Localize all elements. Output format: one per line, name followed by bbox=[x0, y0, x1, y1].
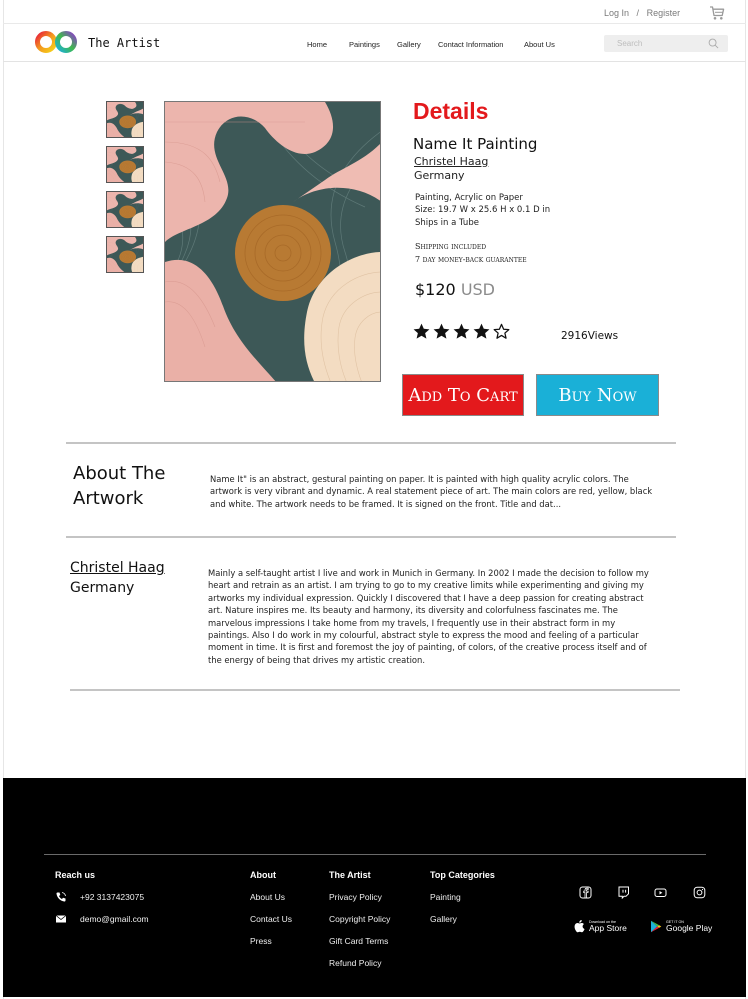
instagram-icon[interactable] bbox=[693, 886, 706, 899]
youtube-icon[interactable] bbox=[654, 886, 667, 899]
thumbnail-1[interactable] bbox=[106, 101, 144, 138]
shipping-format: Ships in a Tube bbox=[415, 218, 479, 228]
star-filled-icon[interactable] bbox=[452, 322, 471, 341]
footer-about-heading: About bbox=[250, 870, 276, 880]
artist-country: Germany bbox=[414, 169, 465, 182]
nav-item-about[interactable]: About Us bbox=[524, 40, 555, 49]
star-filled-icon[interactable] bbox=[472, 322, 491, 341]
top-utility-bar: Log In / Register bbox=[3, 0, 746, 24]
guarantee-note: 7 day money-back guarantee bbox=[415, 255, 527, 264]
auth-separator: / bbox=[636, 8, 640, 18]
about-artwork-heading: About The Artwork bbox=[73, 463, 166, 509]
twitch-icon[interactable] bbox=[617, 886, 630, 899]
footer-the-artist-heading: The Artist bbox=[329, 870, 371, 880]
footer-link-contact-us[interactable]: Contact Us bbox=[250, 914, 292, 924]
phone-icon bbox=[56, 892, 66, 902]
main-navigation: The Artist Home Paintings Gallery Contac… bbox=[3, 24, 746, 62]
footer-top-categories-heading: Top Categories bbox=[430, 870, 495, 880]
thumbnail-4[interactable] bbox=[106, 236, 144, 273]
star-outline-icon[interactable] bbox=[492, 322, 511, 341]
details-heading: Details bbox=[413, 98, 489, 124]
google-play-big-text: Google Play bbox=[666, 922, 713, 933]
star-filled-icon[interactable] bbox=[432, 322, 451, 341]
artwork-thumbnail-image bbox=[107, 147, 144, 183]
artist-bio: Mainly a self-taught artist I live and w… bbox=[208, 568, 649, 665]
apple-icon bbox=[574, 920, 585, 933]
divider bbox=[66, 442, 676, 444]
add-to-cart-button[interactable]: Add To Cart bbox=[402, 374, 524, 416]
cart-icon[interactable] bbox=[709, 5, 725, 21]
login-link[interactable]: Log In bbox=[604, 8, 629, 18]
facebook-icon[interactable] bbox=[579, 886, 592, 899]
search-input[interactable] bbox=[604, 35, 704, 52]
artist-name-link[interactable]: Christel Haag bbox=[70, 560, 165, 576]
footer-link-about-us[interactable]: About Us bbox=[250, 892, 285, 902]
nav-item-home[interactable]: Home bbox=[307, 40, 327, 49]
artist-link[interactable]: Christel Haag bbox=[414, 155, 488, 168]
footer-link-privacy[interactable]: Privacy Policy bbox=[329, 892, 382, 902]
price-amount: $120 bbox=[415, 280, 456, 299]
view-count: 2916Views bbox=[561, 330, 619, 342]
footer-link-copyright[interactable]: Copyright Policy bbox=[329, 914, 390, 924]
app-store-badge[interactable]: Download on the App Store bbox=[573, 918, 627, 934]
footer-link-refund[interactable]: Refund Policy bbox=[329, 958, 381, 968]
artwork-size: Size: 19.7 W x 25.6 H x 0.1 D in bbox=[415, 205, 551, 215]
footer-phone[interactable]: +92 3137423075 bbox=[80, 892, 144, 902]
artwork-image bbox=[165, 102, 381, 382]
star-filled-icon[interactable] bbox=[412, 322, 431, 341]
artwork-thumbnail-image bbox=[107, 237, 144, 273]
buy-now-button[interactable]: Buy Now bbox=[536, 374, 659, 416]
nav-item-gallery[interactable]: Gallery bbox=[397, 40, 421, 49]
artwork-thumbnail-image bbox=[107, 192, 144, 228]
footer-link-gift-card[interactable]: Gift Card Terms bbox=[329, 936, 388, 946]
email-icon bbox=[55, 915, 67, 923]
google-play-badge[interactable]: GET IT ON Google Play bbox=[650, 918, 712, 934]
thumbnail-2[interactable] bbox=[106, 146, 144, 183]
app-store-big-text: App Store bbox=[589, 922, 627, 933]
nav-item-paintings[interactable]: Paintings bbox=[349, 40, 380, 49]
google-play-icon bbox=[651, 920, 662, 932]
divider bbox=[70, 689, 680, 691]
footer-email[interactable]: demo@gmail.com bbox=[80, 914, 149, 924]
footer-link-press[interactable]: Press bbox=[250, 936, 272, 946]
register-link[interactable]: Register bbox=[647, 8, 681, 18]
price-currency: USD bbox=[460, 280, 495, 299]
artwork-medium: Painting, Acrylic on Paper bbox=[415, 193, 523, 203]
footer-reach-us-heading: Reach us bbox=[55, 870, 96, 880]
price: $120 USD bbox=[415, 280, 495, 299]
brand-name[interactable]: The Artist bbox=[88, 36, 160, 50]
search-icon[interactable] bbox=[708, 38, 719, 49]
shipping-note: Shipping included bbox=[415, 242, 487, 251]
footer-link-painting[interactable]: Painting bbox=[430, 892, 461, 902]
footer-divider bbox=[44, 854, 706, 855]
auth-links: Log In / Register bbox=[604, 8, 685, 18]
divider bbox=[66, 536, 676, 538]
artist-section-country: Germany bbox=[70, 580, 135, 596]
artwork-title: Name It Painting bbox=[413, 135, 538, 153]
about-artwork-text: Name It" is an abstract, gestural painti… bbox=[210, 474, 653, 509]
nav-item-contact[interactable]: Contact Information bbox=[438, 40, 503, 49]
search-bar bbox=[604, 35, 728, 52]
footer-link-gallery[interactable]: Gallery bbox=[430, 914, 457, 924]
main-artwork-image[interactable] bbox=[164, 101, 381, 382]
footer: Reach us +92 3137423075 demo@gmail.com A… bbox=[3, 778, 746, 997]
infinity-logo-icon[interactable] bbox=[34, 29, 78, 55]
thumbnail-3[interactable] bbox=[106, 191, 144, 228]
artwork-thumbnail-image bbox=[107, 102, 144, 138]
